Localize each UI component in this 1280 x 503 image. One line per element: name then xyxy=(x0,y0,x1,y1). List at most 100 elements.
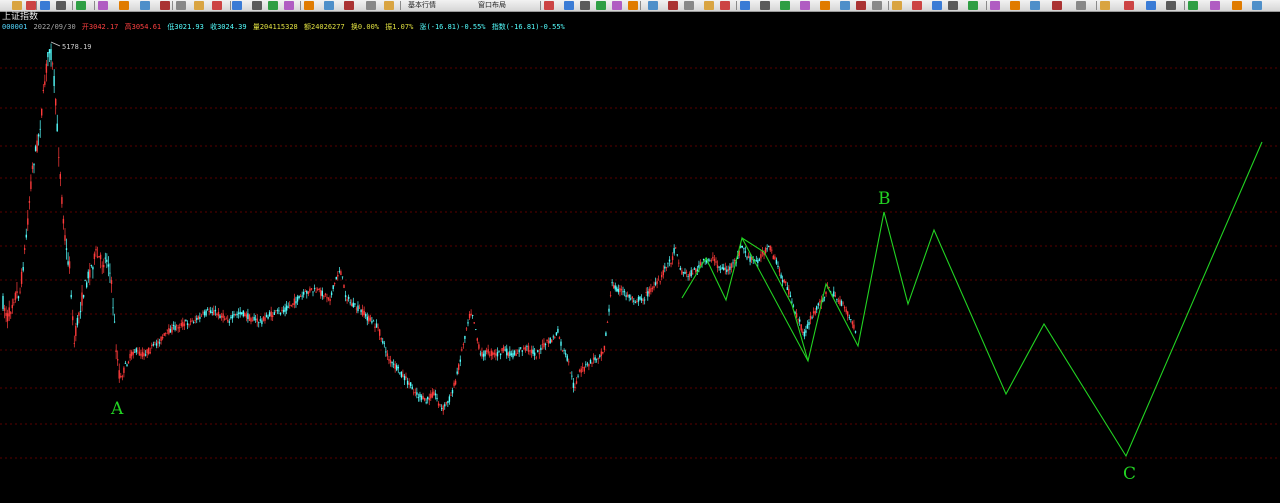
indicator-icon[interactable] xyxy=(160,1,170,10)
candle-body xyxy=(644,299,646,301)
tools-icon[interactable] xyxy=(384,1,394,10)
list-icon[interactable] xyxy=(668,1,678,10)
font-icon[interactable] xyxy=(366,1,376,10)
indicator-icon[interactable] xyxy=(1100,1,1110,10)
candle-body xyxy=(206,309,209,311)
text-icon[interactable] xyxy=(1232,1,1242,10)
print-icon[interactable] xyxy=(948,1,958,10)
candle-body xyxy=(847,311,849,317)
candle-body xyxy=(605,332,607,336)
window-icon[interactable] xyxy=(252,1,262,10)
candle-body xyxy=(422,396,424,400)
circle-icon[interactable] xyxy=(872,1,882,10)
candle-body xyxy=(684,271,686,274)
candle-body xyxy=(354,303,356,305)
tools-icon[interactable] xyxy=(912,1,922,10)
rect-icon[interactable] xyxy=(856,1,866,10)
draw-icon[interactable] xyxy=(1030,1,1040,10)
candle-body xyxy=(391,362,393,364)
mail-icon[interactable] xyxy=(704,1,714,10)
candle-body xyxy=(239,311,241,315)
candle-body xyxy=(661,275,663,278)
layout-icon[interactable] xyxy=(232,1,242,10)
candle-body xyxy=(292,303,294,305)
alert-icon[interactable] xyxy=(194,1,204,10)
list-icon[interactable] xyxy=(1076,1,1086,10)
candle-body xyxy=(130,351,133,357)
candle-body xyxy=(777,265,779,267)
open-icon[interactable] xyxy=(932,1,942,10)
font-icon[interactable] xyxy=(892,1,902,10)
candlestick-series xyxy=(2,43,857,415)
zoom-icon[interactable] xyxy=(990,1,1000,10)
window-layout-menu[interactable]: 窗口布局 xyxy=(478,0,506,11)
rect-icon[interactable] xyxy=(324,1,334,10)
chart-icon[interactable] xyxy=(119,1,129,10)
line-icon[interactable] xyxy=(284,1,294,10)
candle-body xyxy=(441,408,443,409)
settings-icon[interactable] xyxy=(212,1,222,10)
line-icon[interactable] xyxy=(1252,1,1262,10)
crosshair-icon[interactable] xyxy=(40,1,50,10)
print-icon[interactable] xyxy=(26,1,36,10)
alert-icon[interactable] xyxy=(720,1,730,10)
window-icon[interactable] xyxy=(1210,1,1220,10)
open-icon[interactable] xyxy=(12,1,22,10)
crosshair-icon[interactable] xyxy=(968,1,978,10)
layout-icon[interactable] xyxy=(1188,1,1198,10)
window-icon[interactable] xyxy=(780,1,790,10)
candle-body xyxy=(6,313,9,322)
bar-icon[interactable] xyxy=(840,1,850,10)
candle-body xyxy=(343,284,345,288)
draw-icon[interactable] xyxy=(98,1,108,10)
chart-icon[interactable] xyxy=(1052,1,1062,10)
candle-body xyxy=(510,353,513,356)
open-icon[interactable] xyxy=(544,1,554,10)
candle-body xyxy=(823,297,826,299)
candle-body xyxy=(557,328,559,333)
crosshair-icon[interactable] xyxy=(580,1,590,10)
candle-body xyxy=(155,343,158,346)
candle-body xyxy=(671,256,674,261)
alert-icon[interactable] xyxy=(1146,1,1156,10)
cursor-icon[interactable] xyxy=(612,1,622,10)
candle-body xyxy=(585,364,587,366)
candle-body xyxy=(642,299,644,301)
candle-body xyxy=(637,296,640,302)
indicator-icon[interactable] xyxy=(684,1,694,10)
candle-body xyxy=(493,352,496,355)
peak-price-label: 5178.19 xyxy=(62,43,92,51)
zoom-icon[interactable] xyxy=(56,1,66,10)
candle-body xyxy=(709,260,711,262)
basic-info-menu[interactable]: 基本行情 xyxy=(408,0,436,11)
line-icon[interactable] xyxy=(820,1,830,10)
candle-body xyxy=(808,322,810,325)
layout-icon[interactable] xyxy=(760,1,770,10)
list-icon[interactable] xyxy=(140,1,150,10)
candle-body xyxy=(123,367,125,373)
candle-body xyxy=(496,352,499,357)
candle-body xyxy=(95,249,97,251)
candle-body xyxy=(785,281,787,283)
chart-icon[interactable] xyxy=(648,1,658,10)
settings-icon[interactable] xyxy=(1166,1,1176,10)
bar-icon[interactable] xyxy=(304,1,314,10)
kline-chart[interactable]: 5178.19 A B C xyxy=(0,32,1280,503)
candle-body xyxy=(611,282,613,284)
cursor-icon[interactable] xyxy=(1010,1,1020,10)
candle-body xyxy=(89,269,91,278)
print-icon[interactable] xyxy=(564,1,574,10)
mail-icon[interactable] xyxy=(1124,1,1134,10)
candle-body xyxy=(571,375,573,377)
zoom-icon[interactable] xyxy=(596,1,606,10)
candle-body xyxy=(688,273,691,277)
mail-icon[interactable] xyxy=(176,1,186,10)
settings-icon[interactable] xyxy=(740,1,750,10)
circle-icon[interactable] xyxy=(344,1,354,10)
text-icon[interactable] xyxy=(268,1,278,10)
candle-body xyxy=(205,310,207,316)
candle-body xyxy=(582,367,584,369)
text-icon[interactable] xyxy=(800,1,810,10)
cursor-icon[interactable] xyxy=(76,1,86,10)
draw-icon[interactable] xyxy=(628,1,638,10)
